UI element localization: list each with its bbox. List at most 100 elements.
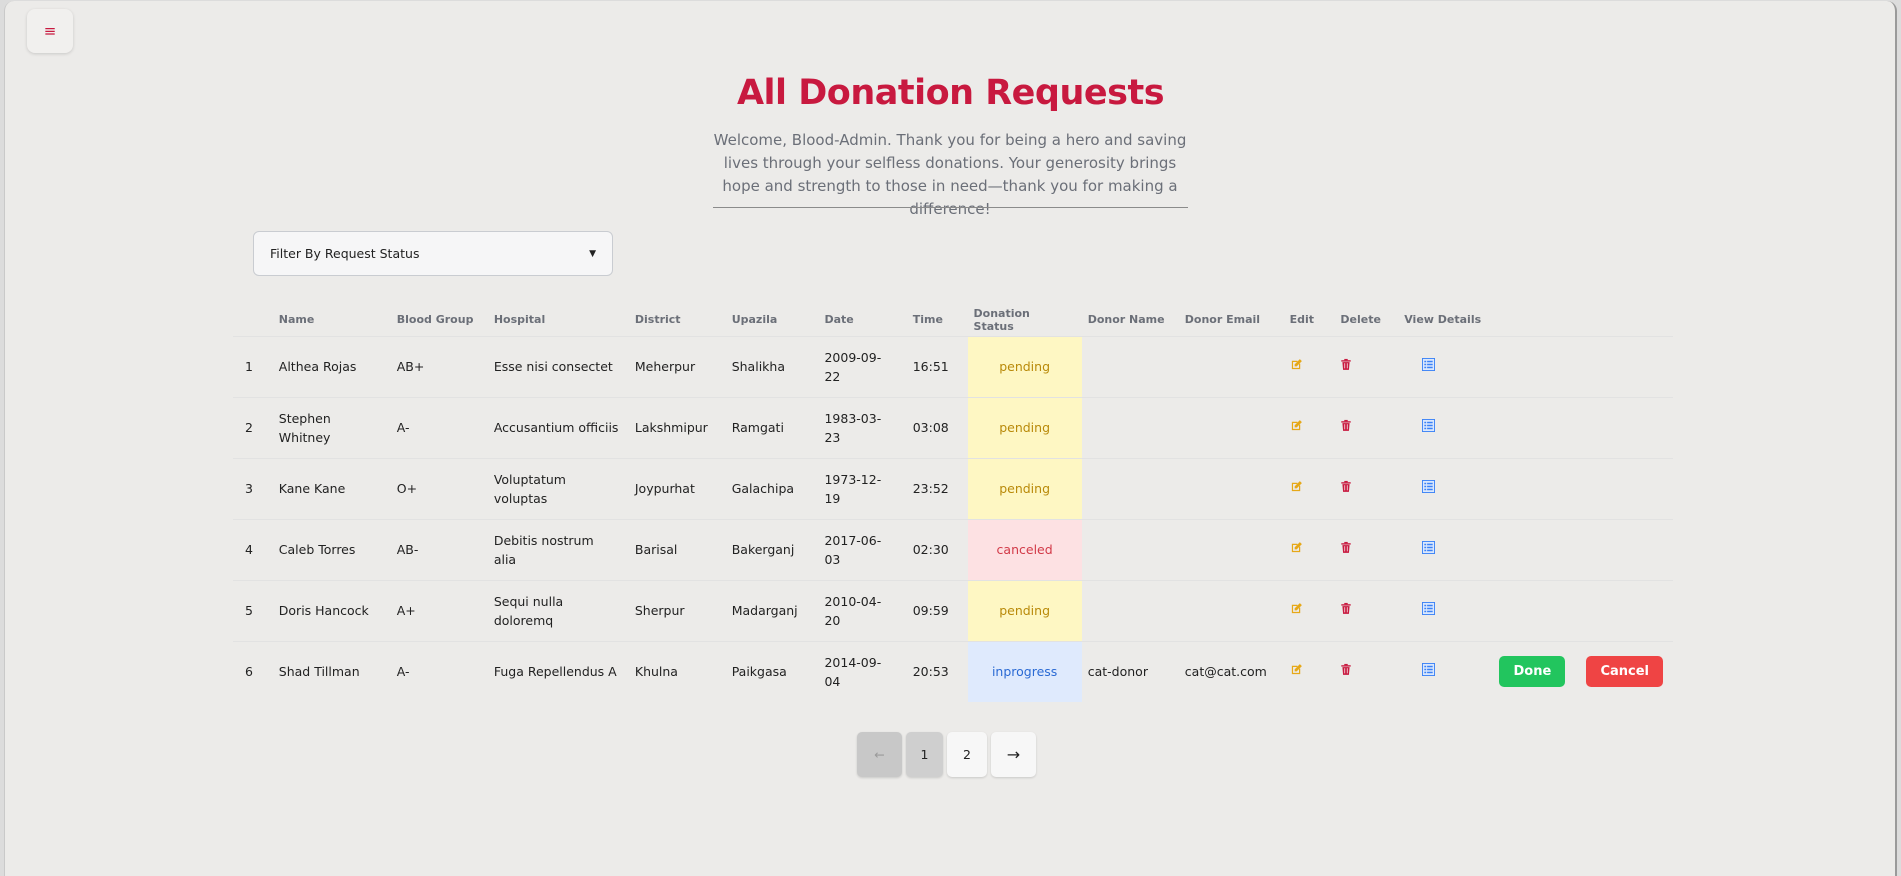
- details-cell: [1398, 396, 1494, 458]
- blood-group: A-: [390, 640, 488, 702]
- blood-group: A-: [390, 396, 488, 458]
- prev-page-button[interactable]: ←: [857, 732, 902, 777]
- hospital-name: Esse nisi consectet: [487, 335, 629, 397]
- menu-icon: ≡: [43, 22, 57, 40]
- delete-cell: [1334, 640, 1399, 702]
- row-number: 6: [233, 640, 273, 702]
- donor-email: [1178, 335, 1284, 397]
- donor-name: [1081, 457, 1179, 519]
- donation-time: 23:52: [906, 457, 968, 519]
- page-1-button[interactable]: 1: [906, 732, 943, 777]
- table-header-row: Name Blood Group Hospital District Upazi…: [233, 304, 1673, 336]
- col-district: District: [634, 313, 681, 327]
- trash-icon[interactable]: [1340, 479, 1354, 493]
- next-page-button[interactable]: →: [991, 732, 1036, 777]
- col-cancel: [1580, 304, 1673, 336]
- hospital-name: Voluptatum voluptas: [487, 457, 629, 519]
- trash-icon[interactable]: [1340, 357, 1354, 371]
- donation-time: 20:53: [906, 640, 968, 702]
- donation-date: 2014-09-04: [818, 640, 907, 702]
- requester-name: Kane Kane: [272, 457, 391, 519]
- edit-icon[interactable]: [1290, 662, 1304, 676]
- status-badge: inprogress: [967, 640, 1082, 702]
- divider: [713, 207, 1188, 208]
- blood-group: A+: [390, 579, 488, 641]
- blood-group: O+: [390, 457, 488, 519]
- row-number: 1: [233, 335, 273, 397]
- arrow-right-icon: →: [1006, 745, 1021, 764]
- edit-cell: [1283, 335, 1335, 397]
- col-donor-name: Donor Name: [1087, 313, 1165, 327]
- donor-email: cat@cat.com: [1178, 640, 1284, 702]
- cancel-cell: [1580, 457, 1673, 519]
- filter-label: Filter By Request Status: [270, 246, 420, 261]
- row-number: 3: [233, 457, 273, 519]
- donation-date: 2010-04-20: [818, 579, 907, 641]
- donation-time: 02:30: [906, 518, 968, 580]
- cancel-button[interactable]: Cancel: [1586, 656, 1663, 688]
- table-row: 1 Althea Rojas AB+ Esse nisi consectet Meher…: [233, 335, 1673, 397]
- requests-table: Name Blood Group Hospital District Upazi…: [233, 304, 1673, 702]
- upazila: Galachipa: [725, 457, 819, 519]
- edit-icon[interactable]: [1290, 479, 1304, 493]
- page-2-button[interactable]: 2: [947, 732, 987, 777]
- cancel-cell: Cancel: [1580, 640, 1673, 702]
- trash-icon[interactable]: [1340, 418, 1354, 432]
- trash-icon[interactable]: [1340, 601, 1354, 615]
- list-icon[interactable]: [1422, 357, 1436, 371]
- col-edit: Edit: [1289, 313, 1315, 327]
- row-number: 4: [233, 518, 273, 580]
- cancel-cell: [1580, 518, 1673, 580]
- hospital-name: Fuga Repellendus A: [487, 640, 629, 702]
- col-name: Name: [278, 313, 315, 327]
- done-button[interactable]: Done: [1499, 656, 1566, 688]
- menu-button[interactable]: ≡: [27, 9, 73, 53]
- upazila: Madarganj: [725, 579, 819, 641]
- edit-icon[interactable]: [1290, 601, 1304, 615]
- delete-cell: [1334, 579, 1399, 641]
- district: Lakshmipur: [628, 396, 726, 458]
- upazila: Shalikha: [725, 335, 819, 397]
- hospital-name: Accusantium officiis: [487, 396, 629, 458]
- delete-cell: [1334, 518, 1399, 580]
- donor-name: [1081, 518, 1179, 580]
- district: Barisal: [628, 518, 726, 580]
- hospital-name: Sequi nulla doloremq: [487, 579, 629, 641]
- donor-name: [1081, 579, 1179, 641]
- edit-icon[interactable]: [1290, 540, 1304, 554]
- requester-name: Stephen Whitney: [272, 396, 391, 458]
- edit-icon[interactable]: [1290, 418, 1304, 432]
- edit-cell: [1283, 396, 1335, 458]
- list-icon[interactable]: [1422, 418, 1436, 432]
- page-title: All Donation Requests: [736, 73, 1165, 113]
- list-icon[interactable]: [1422, 540, 1436, 554]
- district: Khulna: [628, 640, 726, 702]
- list-icon[interactable]: [1422, 601, 1436, 615]
- list-icon[interactable]: [1422, 662, 1436, 677]
- blood-group: AB+: [390, 335, 488, 397]
- details-cell: [1398, 518, 1494, 580]
- edit-cell: [1283, 518, 1335, 580]
- district: Sherpur: [628, 579, 726, 641]
- details-cell: [1398, 335, 1494, 397]
- status-filter-select[interactable]: Filter By Request Status ▼: [253, 231, 613, 276]
- list-icon[interactable]: [1422, 479, 1436, 493]
- status-badge: canceled: [967, 518, 1082, 580]
- donor-email: [1178, 518, 1284, 580]
- table-row: 3 Kane Kane O+ Voluptatum voluptas Joypurhat…: [233, 457, 1673, 519]
- donation-date: 2017-06-03: [818, 518, 907, 580]
- district: Meherpur: [628, 335, 726, 397]
- cancel-cell: [1580, 335, 1673, 397]
- table-row: 2 Stephen Whitney A- Accusantium officiis La…: [233, 396, 1673, 458]
- donor-name: cat-donor: [1081, 640, 1179, 702]
- trash-icon[interactable]: [1340, 540, 1354, 554]
- trash-icon[interactable]: [1340, 662, 1354, 676]
- donation-time: 03:08: [906, 396, 968, 458]
- edit-icon[interactable]: [1290, 357, 1304, 371]
- requester-name: Althea Rojas: [272, 335, 391, 397]
- col-done: [1493, 304, 1580, 336]
- edit-cell: [1283, 579, 1335, 641]
- col-blood-group: Blood Group: [396, 313, 474, 327]
- details-cell: [1398, 640, 1494, 702]
- col-date: Date: [824, 313, 854, 327]
